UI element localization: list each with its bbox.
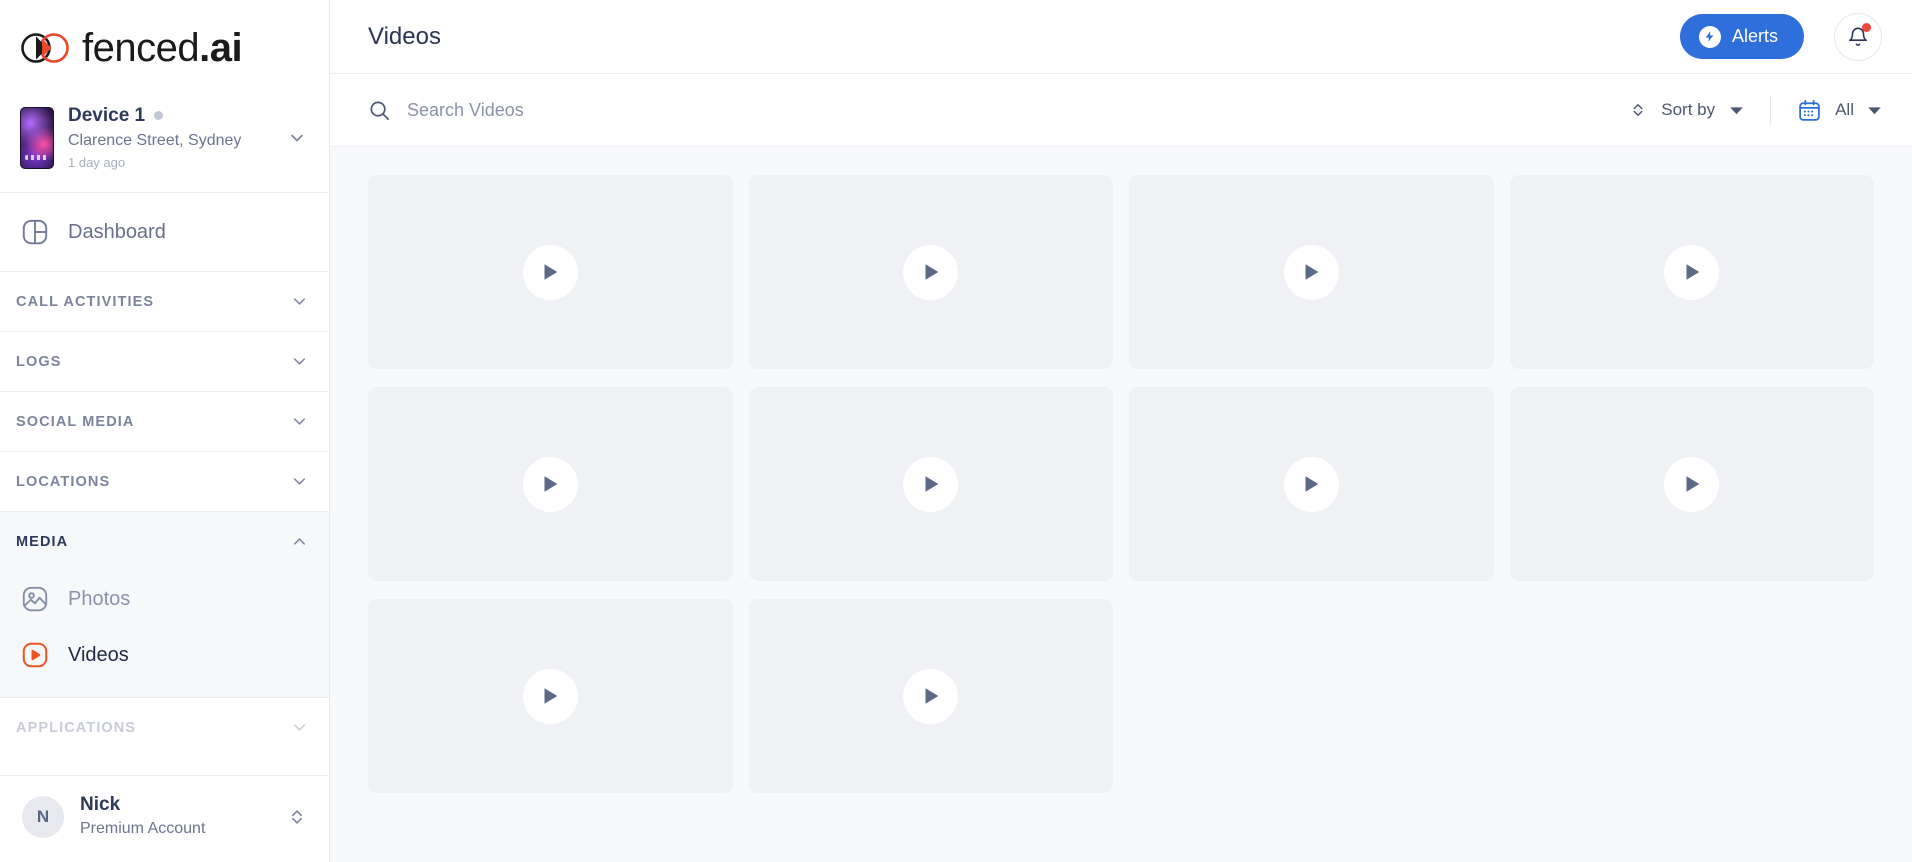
play-icon[interactable] [903,244,959,300]
device-last-seen: 1 day ago [68,154,126,170]
user-account-selector[interactable]: N Nick Premium Account [0,774,329,862]
play-icon[interactable] [1283,456,1339,512]
sidebar-item-label-dashboard: Dashboard [68,220,166,243]
calendar-icon [1797,98,1822,123]
sort-updown-icon [1629,100,1647,120]
main-area: Videos Alerts Search Videos Sort by All [330,0,1912,862]
video-card[interactable] [748,599,1113,793]
section-title: LOGS [16,353,62,370]
play-icon[interactable] [522,244,578,300]
sidebar-item-label-photos: Photos [68,587,131,610]
section-title: MEDIA [16,533,69,550]
videos-grid [368,175,1874,793]
user-info: Nick Premium Account [80,794,271,840]
alerts-button-label: Alerts [1731,26,1778,46]
sidebar-section-call-activities[interactable]: CALL ACTIVITIES [0,272,329,331]
video-card[interactable] [1509,175,1874,369]
play-icon[interactable] [903,668,959,724]
notifications-button[interactable] [1834,12,1882,61]
page-title: Videos [368,22,441,50]
play-icon[interactable] [1664,244,1720,300]
sidebar-media-items: Photos Videos [0,571,329,698]
video-card[interactable] [1509,387,1874,581]
avatar: N [22,795,64,838]
top-header: Videos Alerts [330,0,1912,74]
caret-down-icon [1867,103,1882,118]
section-title: LOCATIONS [16,473,111,490]
dashboard-layout-icon [20,217,50,247]
device-selector[interactable]: Device 1 Clarence Street, Sydney 1 day a… [0,96,329,194]
device-location: Clarence Street, Sydney [68,131,242,149]
chevron-up-down-icon[interactable] [287,806,307,828]
interlocking-circles-logo-icon [20,31,76,65]
sidebar-item-photos[interactable]: Photos [0,571,329,627]
user-plan: Premium Account [80,820,206,838]
filter-toolbar: Sort by All [330,74,1912,147]
sort-by-label: Sort by [1661,100,1716,119]
play-icon[interactable] [522,668,578,724]
sidebar-section-media[interactable]: MEDIA [0,512,329,572]
sidebar-item-dashboard[interactable]: Dashboard [0,193,329,273]
app-root: fenced.ai Device 1 Clarence Street, Sydn… [0,0,1912,862]
section-title: CALL ACTIVITIES [16,293,155,310]
search-container [368,99,1629,122]
videos-content [330,147,1912,862]
sort-by-dropdown[interactable]: Sort by [1629,100,1770,120]
video-card[interactable] [368,387,733,581]
sidebar-section-applications[interactable]: APPLICATIONS [0,698,329,757]
chevron-down-icon[interactable] [290,412,309,431]
play-icon[interactable] [1283,244,1339,300]
video-card[interactable] [368,599,733,793]
device-thumbnail [20,107,54,170]
user-name: Nick [80,793,121,815]
sidebar-item-label-videos: Videos [68,643,129,666]
play-icon[interactable] [903,456,959,512]
video-card[interactable] [368,175,733,369]
section-title: SOCIAL MEDIA [16,413,135,430]
chevron-down-icon[interactable] [290,352,309,371]
chevron-down-icon[interactable] [287,128,309,148]
notification-badge [1862,22,1871,32]
video-play-icon [20,640,50,670]
search-icon [368,99,391,122]
chevron-up-icon[interactable] [290,532,309,551]
sidebar-section-social-media[interactable]: SOCIAL MEDIA [0,392,329,451]
sidebar-item-videos[interactable]: Videos [0,627,329,683]
sidebar-section-logs[interactable]: LOGS [0,332,329,391]
sidebar-section-locations[interactable]: LOCATIONS [0,452,329,511]
device-info: Device 1 Clarence Street, Sydney 1 day a… [68,104,273,172]
chevron-down-icon[interactable] [290,718,309,737]
video-card[interactable] [1129,175,1494,369]
photo-image-icon [20,584,50,614]
chevron-down-icon[interactable] [290,472,309,491]
caret-down-icon [1729,103,1744,118]
play-icon[interactable] [522,456,578,512]
alerts-button[interactable]: Alerts [1679,14,1804,59]
play-icon[interactable] [1664,456,1720,512]
brand-name: fenced.ai [82,26,243,70]
brand-logo[interactable]: fenced.ai [0,0,329,96]
sidebar: fenced.ai Device 1 Clarence Street, Sydn… [0,0,330,862]
section-title: APPLICATIONS [16,719,137,736]
device-status-dot [154,111,164,121]
video-card[interactable] [748,175,1113,369]
chevron-down-icon[interactable] [290,292,309,311]
search-input[interactable] [407,99,787,121]
date-filter-dropdown[interactable]: All [1771,98,1882,123]
device-name: Device 1 [68,105,146,126]
lightning-bolt-icon [1698,25,1721,48]
video-card[interactable] [748,387,1113,581]
date-filter-label: All [1835,100,1854,119]
video-card[interactable] [1129,387,1494,581]
